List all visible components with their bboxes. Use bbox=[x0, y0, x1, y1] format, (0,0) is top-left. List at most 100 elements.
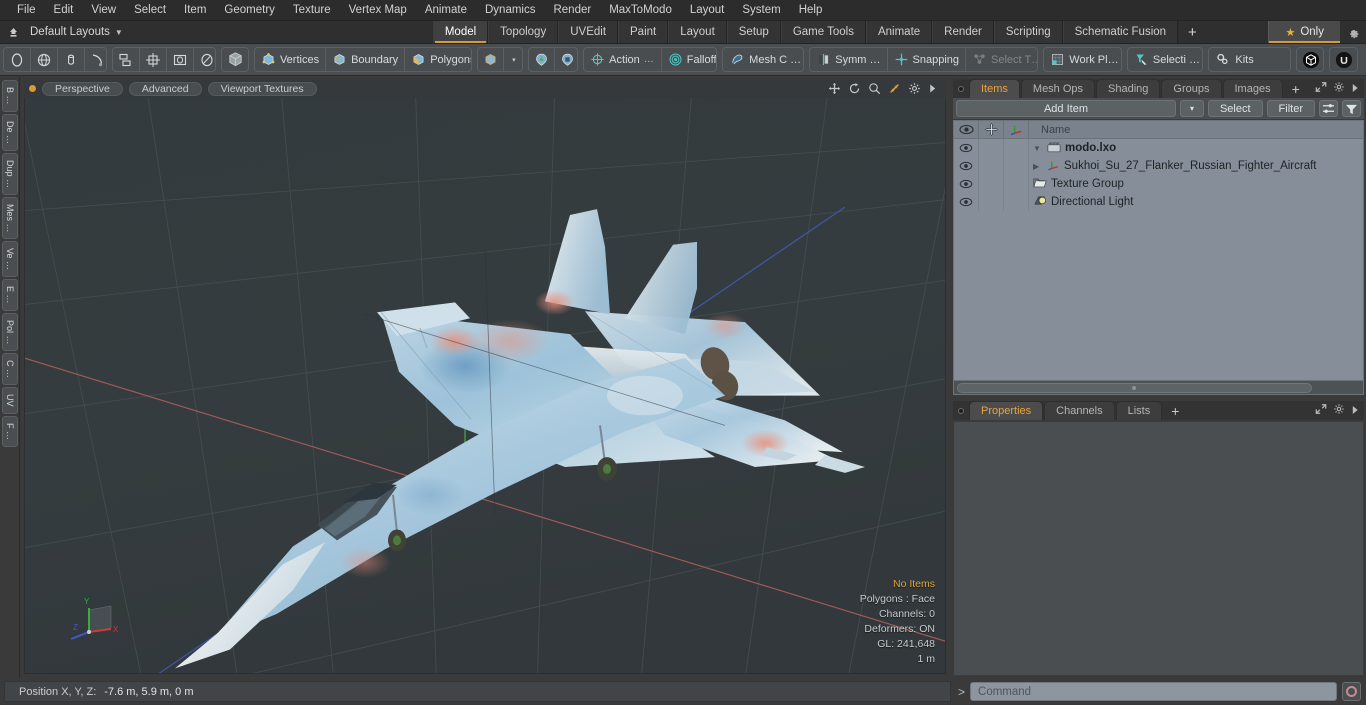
vertices-mode-button[interactable]: Vertices bbox=[255, 48, 327, 71]
add-tab-button[interactable]: + bbox=[1178, 21, 1207, 43]
mode-dropdown-caret[interactable]: ▾ bbox=[504, 48, 521, 71]
select-through-button[interactable]: Select T… bbox=[966, 48, 1037, 71]
square-icon[interactable] bbox=[167, 48, 195, 71]
table-row[interactable]: ▼ modo.lxo bbox=[954, 139, 1363, 157]
filter-button[interactable]: Filter bbox=[1266, 100, 1315, 117]
row-axis-cell[interactable] bbox=[1004, 175, 1029, 193]
gear-icon[interactable] bbox=[1340, 21, 1366, 43]
home-icon[interactable] bbox=[0, 21, 26, 43]
item-list-hscrollbar[interactable] bbox=[954, 380, 1363, 394]
mesh-constraint-button[interactable]: Mesh C … bbox=[723, 48, 803, 71]
row-axis-cell[interactable] bbox=[1004, 193, 1029, 211]
tab-channels[interactable]: Channels bbox=[1044, 401, 1115, 420]
panel-gear-icon[interactable] bbox=[1333, 80, 1345, 98]
row-axis-cell[interactable] bbox=[1004, 139, 1029, 157]
viewport-3d[interactable]: No Items Polygons : Face Channels: 0 Def… bbox=[24, 97, 946, 674]
menu-help[interactable]: Help bbox=[790, 1, 832, 19]
tab-setup[interactable]: Setup bbox=[726, 21, 781, 43]
cube-small-icon[interactable] bbox=[478, 48, 505, 71]
tab-animate[interactable]: Animate bbox=[865, 21, 933, 43]
row-eye-icon[interactable] bbox=[954, 193, 979, 211]
tab-model[interactable]: Model bbox=[432, 21, 489, 43]
pivot-a-icon[interactable] bbox=[529, 48, 555, 71]
fit-view-icon[interactable] bbox=[888, 82, 901, 95]
table-row[interactable]: ▶ Sukhoi_Su_27_Flanker_Russian_Fighter_A… bbox=[954, 157, 1363, 175]
tab-layout[interactable]: Layout bbox=[668, 21, 727, 43]
tab-paint[interactable]: Paint bbox=[618, 21, 669, 43]
capsule-tool-icon[interactable] bbox=[58, 48, 85, 71]
falloff-button[interactable]: Falloff bbox=[662, 48, 716, 71]
sphere-tool-icon[interactable] bbox=[31, 48, 58, 71]
menu-view[interactable]: View bbox=[82, 1, 125, 19]
expand-icon[interactable] bbox=[1315, 80, 1327, 98]
symmetry-button[interactable]: Symm … bbox=[810, 48, 888, 71]
tab-mesh-ops[interactable]: Mesh Ops bbox=[1020, 79, 1096, 98]
left-tab-7[interactable]: C … bbox=[2, 353, 18, 386]
row-eye-icon[interactable] bbox=[954, 175, 979, 193]
ellipse-icon[interactable] bbox=[194, 48, 215, 71]
menu-maxtomodo[interactable]: MaxToModo bbox=[600, 1, 681, 19]
item-row-mesh[interactable]: ▶ Sukhoi_Su_27_Flanker_Russian_Fighter_A… bbox=[1029, 157, 1363, 175]
viewport-dot-icon[interactable] bbox=[29, 85, 36, 93]
tab-scripting[interactable]: Scripting bbox=[993, 21, 1063, 43]
table-row[interactable]: Texture Group bbox=[954, 175, 1363, 193]
panel-arrow-icon[interactable] bbox=[1351, 80, 1359, 98]
left-tab-4[interactable]: Ve … bbox=[2, 241, 18, 278]
row-move-cell[interactable] bbox=[979, 157, 1004, 175]
left-tab-6[interactable]: Pol … bbox=[2, 312, 18, 352]
menu-edit[interactable]: Edit bbox=[45, 1, 83, 19]
menu-render[interactable]: Render bbox=[544, 1, 600, 19]
axis-icon[interactable] bbox=[1004, 121, 1029, 138]
circle-tool-icon[interactable] bbox=[4, 48, 31, 71]
add-item-button[interactable]: Add Item bbox=[956, 100, 1176, 117]
filter-funnel-icon[interactable] bbox=[1342, 100, 1361, 117]
menu-vertex-map[interactable]: Vertex Map bbox=[340, 1, 416, 19]
tab-groups[interactable]: Groups bbox=[1161, 79, 1222, 98]
panel-gear-icon[interactable] bbox=[1333, 402, 1345, 420]
row-move-cell[interactable] bbox=[979, 139, 1004, 157]
tab-render[interactable]: Render bbox=[932, 21, 994, 43]
add-panel-tab-button[interactable]: + bbox=[1284, 79, 1308, 98]
viewport-gear-icon[interactable] bbox=[908, 82, 921, 95]
action-center-button[interactable]: Action … bbox=[584, 48, 662, 71]
viewport-texture-mode[interactable]: Viewport Textures bbox=[207, 81, 317, 96]
menu-system[interactable]: System bbox=[733, 1, 789, 19]
work-plane-button[interactable]: Work Pl… bbox=[1044, 48, 1121, 71]
unreal-icon[interactable] bbox=[1330, 48, 1357, 71]
item-row-directional-light[interactable]: Directional Light bbox=[1029, 193, 1363, 211]
menu-geometry[interactable]: Geometry bbox=[215, 1, 284, 19]
menu-select[interactable]: Select bbox=[125, 1, 175, 19]
eye-icon[interactable] bbox=[954, 121, 979, 138]
viewport-view-mode[interactable]: Perspective bbox=[42, 81, 123, 96]
row-eye-icon[interactable] bbox=[954, 139, 979, 157]
command-input[interactable] bbox=[970, 682, 1337, 701]
pivot-b-icon[interactable] bbox=[555, 48, 578, 71]
table-row[interactable]: Directional Light bbox=[954, 193, 1363, 211]
move-icon[interactable] bbox=[979, 121, 1004, 138]
kits-button[interactable]: Kits bbox=[1209, 48, 1289, 71]
tab-properties[interactable]: Properties bbox=[969, 401, 1044, 420]
row-move-cell[interactable] bbox=[979, 175, 1004, 193]
item-row-scene[interactable]: ▼ modo.lxo bbox=[1029, 139, 1363, 157]
record-icon[interactable] bbox=[1342, 682, 1361, 701]
tab-game-tools[interactable]: Game Tools bbox=[780, 21, 866, 43]
menu-file[interactable]: File bbox=[8, 1, 45, 19]
menu-dynamics[interactable]: Dynamics bbox=[476, 1, 544, 19]
polygons-mode-button[interactable]: Polygons bbox=[405, 48, 471, 71]
stack-icon[interactable] bbox=[113, 48, 141, 71]
viewport-shading-mode[interactable]: Advanced bbox=[128, 81, 202, 96]
boundary-mode-button[interactable]: Boundary bbox=[326, 48, 406, 71]
add-item-dropdown[interactable]: ▾ bbox=[1179, 100, 1204, 117]
cube-icon[interactable] bbox=[222, 48, 248, 71]
viewport-arrow-icon[interactable] bbox=[928, 83, 937, 94]
tab-images[interactable]: Images bbox=[1222, 79, 1283, 98]
select-button[interactable]: Select bbox=[1207, 100, 1263, 117]
left-tab-9[interactable]: F … bbox=[2, 415, 18, 447]
twisty-closed-icon[interactable]: ▶ bbox=[1033, 162, 1043, 171]
add-properties-tab-button[interactable]: + bbox=[1163, 401, 1187, 420]
list-options-icon[interactable] bbox=[1319, 100, 1338, 117]
row-move-cell[interactable] bbox=[979, 193, 1004, 211]
left-tab-0[interactable]: B … bbox=[2, 80, 18, 112]
zoom-view-icon[interactable] bbox=[868, 82, 881, 95]
left-tab-1[interactable]: De … bbox=[2, 113, 18, 151]
